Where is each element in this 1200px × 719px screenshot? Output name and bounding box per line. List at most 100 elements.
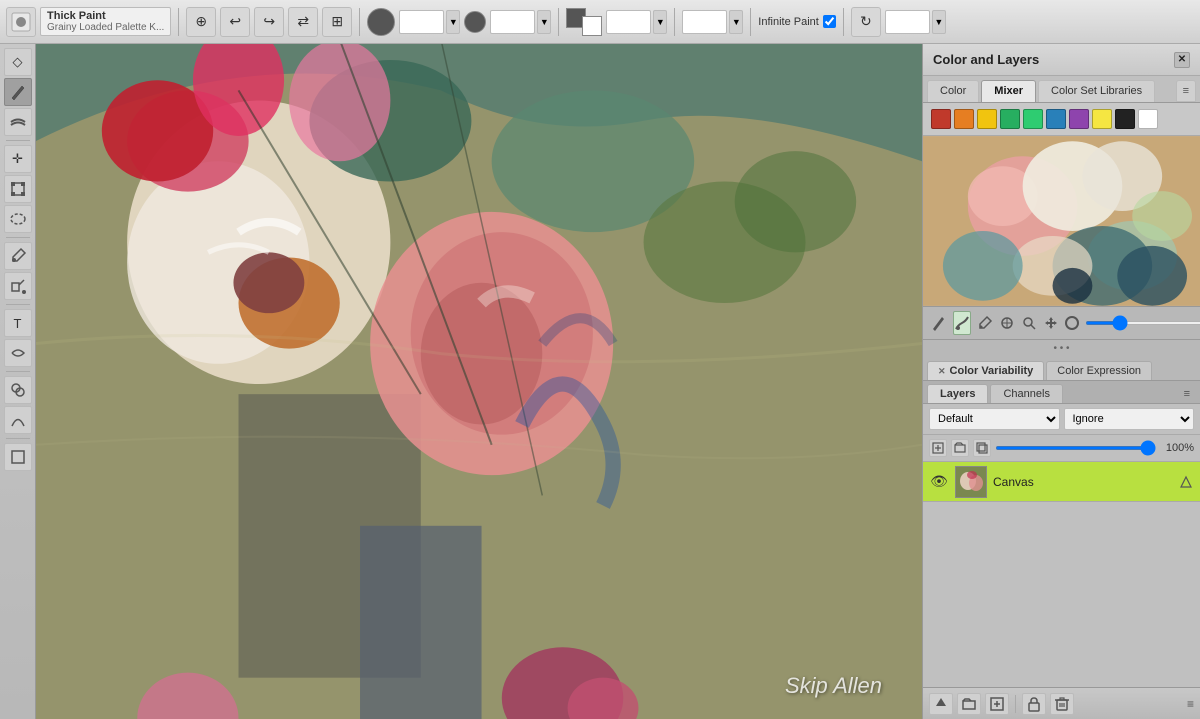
layers-controls-row: Default Normal Multiply Screen Ignore Us… (923, 404, 1200, 435)
tool-brush[interactable] (4, 78, 32, 106)
mixer-pan-btn[interactable] (1043, 311, 1059, 335)
swatch-black[interactable] (1115, 109, 1135, 129)
panel-title: Color and Layers (933, 52, 1039, 67)
panel-title-bar: Color and Layers ✕ (923, 44, 1200, 76)
tool-move[interactable]: ✛ (4, 145, 32, 173)
layer-blend-mode-icon (1178, 474, 1194, 490)
rotation-down-btn[interactable]: ▼ (932, 10, 946, 34)
color-variability-label: Color Variability (950, 365, 1034, 377)
panel-close-button[interactable]: ✕ (1174, 52, 1190, 68)
swatch-red[interactable] (931, 109, 951, 129)
opacity-down-btn[interactable]: ▼ (537, 10, 551, 34)
mixer-active-brush-btn[interactable] (953, 311, 971, 335)
color-tabs-more-button[interactable]: ≡ (1176, 80, 1196, 102)
layer-row-canvas[interactable]: 👁 Canvas (923, 462, 1200, 502)
layer-thumbnail-canvas (955, 466, 987, 498)
blending-down-btn[interactable]: ▼ (729, 10, 743, 34)
tool-paint-bucket[interactable] (4, 272, 32, 300)
size-input[interactable]: 147.7 (399, 10, 444, 34)
mixer-dropper-btn[interactable] (977, 311, 993, 335)
rotation-icon[interactable]: ↻ (851, 7, 881, 37)
bg-swatch[interactable] (582, 16, 602, 36)
symmetry-icon[interactable]: ⊕ (186, 7, 216, 37)
infinite-paint-checkbox[interactable] (823, 15, 836, 28)
swatch-yellow[interactable] (977, 109, 997, 129)
layers-add-btn[interactable] (985, 693, 1009, 715)
tool-warp[interactable] (4, 339, 32, 367)
fg-bg-color[interactable] (566, 8, 602, 36)
tool-text[interactable]: T (4, 309, 32, 337)
mixer-paint-brush-btn[interactable] (931, 311, 947, 335)
main-content: ◇ ✛ T (0, 44, 1200, 719)
mixer-opacity-range[interactable] (1085, 321, 1200, 325)
right-panel: Color and Layers ✕ Color Mixer Color Set… (922, 44, 1200, 719)
blend-mode-dropdown[interactable]: Default Normal Multiply Screen (929, 408, 1060, 430)
mixer-dots-row: • • • (923, 340, 1200, 357)
tab-color[interactable]: Color (927, 80, 979, 102)
rotation-input[interactable]: 65% (885, 10, 930, 34)
tool-select-oval[interactable] (4, 205, 32, 233)
tool-shape[interactable] (4, 443, 32, 471)
flow-down-btn[interactable]: ▼ (653, 10, 667, 34)
tab-color-variability[interactable]: ✕ Color Variability (927, 361, 1044, 380)
tool-clone[interactable] (4, 376, 32, 404)
swatch-purple[interactable] (1069, 109, 1089, 129)
crop-icon[interactable]: ⊞ (322, 7, 352, 37)
tool-eyedropper[interactable] (4, 242, 32, 270)
size-down-btn[interactable]: ▼ (446, 10, 460, 34)
flow-input[interactable]: 75% (606, 10, 651, 34)
painting-canvas[interactable]: Skip Allen (36, 44, 922, 719)
layers-bottom-more-btn[interactable]: ≡ (1187, 697, 1194, 711)
opacity-circle-icon (1065, 316, 1079, 330)
layer-opacity-slider[interactable] (995, 446, 1156, 450)
swatch-yellow-bright[interactable] (1092, 109, 1112, 129)
blending-input[interactable]: 12% (682, 10, 727, 34)
tool-smear[interactable] (4, 108, 32, 136)
layers-move-up-btn[interactable] (929, 693, 953, 715)
swatch-orange[interactable] (954, 109, 974, 129)
layer-duplicate-btn[interactable] (973, 439, 991, 457)
swatch-green-light[interactable] (1023, 109, 1043, 129)
opacity-input-group: 100% ▼ (490, 10, 551, 34)
layer-opacity-value: 100% (1160, 442, 1194, 454)
layers-lock-btn[interactable] (1022, 693, 1046, 715)
tab-color-expression[interactable]: Color Expression (1046, 361, 1152, 380)
composite-dropdown[interactable]: Ignore Use (1064, 408, 1195, 430)
flow-input-group: 75% ▼ (606, 10, 667, 34)
rotate-left-icon[interactable]: ↩ (220, 7, 250, 37)
left-toolbar: ◇ ✛ T (0, 44, 36, 719)
flip-icon[interactable]: ⇄ (288, 7, 318, 37)
swatch-white[interactable] (1138, 109, 1158, 129)
layers-delete-btn[interactable] (1050, 693, 1074, 715)
mixer-area[interactable] (923, 136, 1200, 306)
tab-channels[interactable]: Channels (990, 384, 1062, 403)
canvas-area[interactable]: Skip Allen (36, 44, 922, 719)
main-toolbar: Thick Paint Grainy Loaded Palette K... ⊕… (0, 0, 1200, 44)
rotation-input-group: 65% ▼ (885, 10, 946, 34)
brush-info: Thick Paint Grainy Loaded Palette K... (40, 7, 171, 36)
infinite-paint-group: Infinite Paint (758, 15, 836, 28)
tool-select[interactable]: ◇ (4, 48, 32, 76)
layers-new-group-btn[interactable] (957, 693, 981, 715)
layers-tabs-more-button[interactable]: ≡ (1178, 385, 1196, 403)
blending-input-group: 12% ▼ (682, 10, 743, 34)
layer-new-child-btn[interactable] (929, 439, 947, 457)
layers-bottom-toolbar: ≡ (923, 687, 1200, 719)
tool-transform[interactable] (4, 175, 32, 203)
layer-name-canvas: Canvas (993, 475, 1172, 489)
layer-visibility-eye[interactable]: 👁 (929, 472, 949, 492)
mixer-tools-row: 24 🗑 (923, 306, 1200, 340)
tab-color-set-libraries[interactable]: Color Set Libraries (1038, 80, 1155, 102)
opacity-input[interactable]: 100% (490, 10, 535, 34)
layer-group-btn[interactable] (951, 439, 969, 457)
infinite-paint-label: Infinite Paint (758, 16, 819, 28)
mixer-sample-btn[interactable] (999, 311, 1015, 335)
tab-mixer[interactable]: Mixer (981, 80, 1036, 102)
tool-liquify[interactable] (4, 406, 32, 434)
mixer-zoom-btn[interactable] (1021, 311, 1037, 335)
brush-name: Thick Paint (47, 10, 164, 22)
swatch-green-dark[interactable] (1000, 109, 1020, 129)
swatch-blue[interactable] (1046, 109, 1066, 129)
rotate-right-icon[interactable]: ↪ (254, 7, 284, 37)
tab-layers[interactable]: Layers (927, 384, 988, 403)
